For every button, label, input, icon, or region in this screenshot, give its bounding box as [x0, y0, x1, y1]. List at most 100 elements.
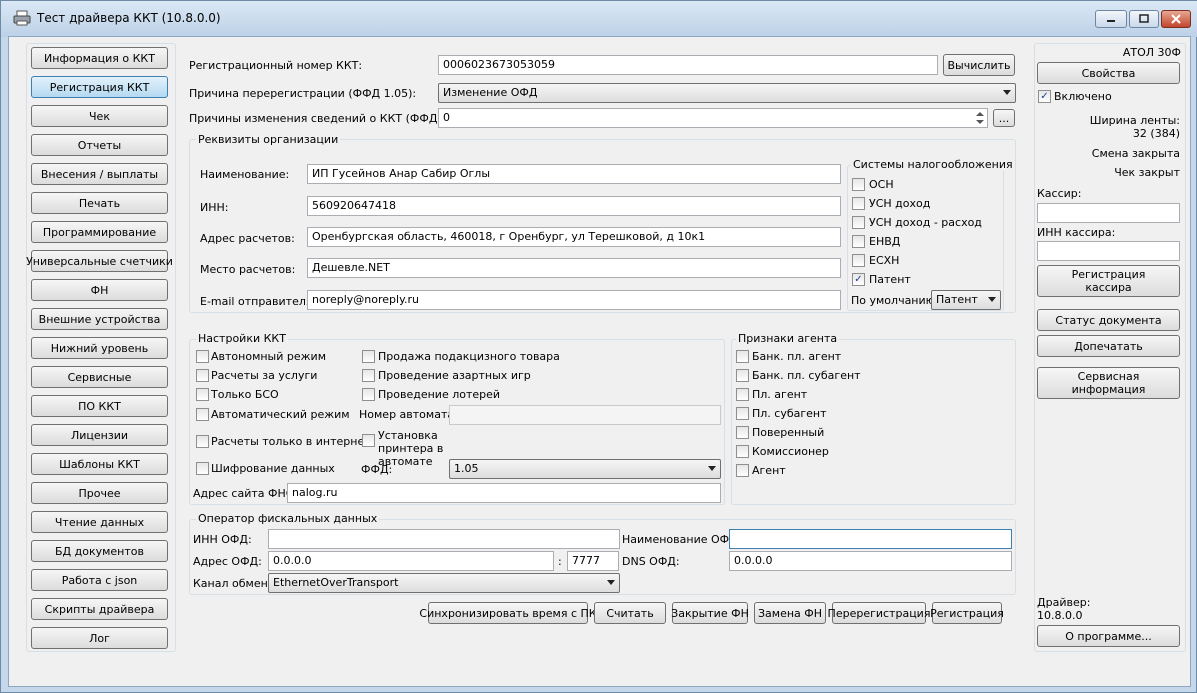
changes-spinner[interactable]: 0	[438, 108, 988, 128]
nav-button[interactable]: Нижний уровень	[31, 337, 168, 359]
nav-button[interactable]: Отчеты	[31, 134, 168, 156]
org-name-label: Наименование:	[200, 168, 290, 181]
tax-default-value: Патент	[936, 293, 978, 306]
agent-checkbox[interactable]	[736, 369, 749, 382]
action-button[interactable]: Перерегистрация	[828, 602, 930, 624]
gambling-checkbox[interactable]	[362, 369, 375, 382]
org-group-title: Реквизиты организации	[196, 133, 341, 146]
nav-button[interactable]: ПО ККТ	[31, 395, 168, 417]
nav-button[interactable]: Шаблоны ККТ	[31, 453, 168, 475]
tax-checkbox[interactable]	[852, 178, 865, 191]
tax-checkbox[interactable]	[852, 235, 865, 248]
ofd-dns-field[interactable]: 0.0.0.0	[729, 551, 1012, 571]
nav-button[interactable]: Внесения / выплаты	[31, 163, 168, 185]
encryption-checkbox[interactable]	[196, 462, 209, 475]
tax-checkbox[interactable]	[852, 197, 865, 210]
org-name-field[interactable]: ИП Гусейнов Анар Сабир Оглы	[307, 164, 841, 184]
ofd-name-field[interactable]	[729, 529, 1012, 549]
action-button[interactable]: Закрытие ФН	[671, 602, 749, 624]
agent-checkbox[interactable]	[736, 464, 749, 477]
regnum-field[interactable]: 0006023673053059	[438, 55, 938, 75]
cashier-inn-field[interactable]	[1037, 241, 1180, 261]
excise-label: Продажа подакцизного товара	[378, 350, 560, 363]
nav-button[interactable]: Печать	[31, 192, 168, 214]
ffd-select[interactable]: 1.05	[449, 459, 721, 479]
document-status-button[interactable]: Статус документа	[1037, 309, 1180, 331]
nav-button[interactable]: Лицензии	[31, 424, 168, 446]
services-checkbox[interactable]	[196, 369, 209, 382]
nav-button[interactable]: Прочее	[31, 482, 168, 504]
excise-checkbox[interactable]	[362, 350, 375, 363]
spinner-arrows[interactable]	[973, 109, 987, 127]
ffd-value: 1.05	[454, 462, 479, 475]
agent-checkbox[interactable]	[736, 426, 749, 439]
nav-button[interactable]: Информация о ККТ	[31, 47, 168, 69]
machine-number-field[interactable]	[449, 405, 721, 425]
nav-button[interactable]: Сервисные	[31, 366, 168, 388]
tax-checkbox[interactable]	[852, 254, 865, 267]
reprint-button[interactable]: Допечатать	[1037, 335, 1180, 357]
ofd-inn-field[interactable]	[268, 529, 620, 549]
lottery-checkbox[interactable]	[362, 388, 375, 401]
nav-button[interactable]: Внешние устройства	[31, 308, 168, 330]
ofd-channel-select[interactable]: EthernetOverTransport	[268, 573, 620, 593]
org-address-field[interactable]: Оренбургская область, 460018, г Оренбург…	[307, 227, 841, 247]
regnum-label: Регистрационный номер ККТ:	[189, 59, 363, 72]
bso-label: Только БСО	[211, 388, 279, 401]
tax-label: ЕНВД	[869, 235, 901, 248]
gambling-label: Проведение азартных игр	[378, 369, 531, 382]
nav-button[interactable]: Программирование	[31, 221, 168, 243]
tax-checkbox[interactable]: ✓	[852, 273, 865, 286]
cashier-field[interactable]	[1037, 203, 1180, 223]
bso-checkbox[interactable]	[196, 388, 209, 401]
enabled-checkbox[interactable]: ✓	[1038, 90, 1051, 103]
reason-select-value: Изменение ОФД	[443, 86, 538, 99]
org-email-field[interactable]: noreply@noreply.ru	[307, 290, 841, 310]
org-place-field[interactable]: Дешевле.NET	[307, 258, 841, 278]
autonomous-checkbox[interactable]	[196, 350, 209, 363]
properties-button[interactable]: Свойства	[1037, 62, 1180, 84]
minimize-button[interactable]	[1095, 10, 1127, 28]
register-cashier-button[interactable]: Регистрация кассира	[1037, 265, 1180, 297]
ofd-port-field[interactable]: 7777	[567, 551, 619, 571]
agent-checkbox[interactable]	[736, 388, 749, 401]
nav-button[interactable]: Чтение данных	[31, 511, 168, 533]
nav-button[interactable]: Регистрация ККТ	[31, 76, 168, 98]
internet-only-checkbox[interactable]	[196, 435, 209, 448]
about-button[interactable]: О программе...	[1037, 625, 1180, 647]
action-button[interactable]: Синхронизировать время с ПК	[419, 602, 597, 624]
nav-button[interactable]: Работа с json	[31, 569, 168, 591]
maximize-button[interactable]	[1129, 10, 1159, 28]
title-bar[interactable]: Тест драйвера ККТ (10.8.0.0)	[1, 1, 1197, 37]
nav-button[interactable]: Универсальные счетчики	[26, 250, 173, 272]
ofd-channel-value: EthernetOverTransport	[273, 576, 399, 589]
changes-value: 0	[443, 111, 450, 124]
org-inn-field[interactable]: 560920647418	[307, 196, 841, 216]
chevron-down-icon	[988, 297, 996, 302]
agent-checkbox[interactable]	[736, 445, 749, 458]
ofd-address-field[interactable]: 0.0.0.0	[268, 551, 554, 571]
agent-checkbox[interactable]	[736, 350, 749, 363]
nav-button[interactable]: ФН	[31, 279, 168, 301]
nav-button[interactable]: Чек	[31, 105, 168, 127]
auto-mode-checkbox[interactable]	[196, 408, 209, 421]
fns-site-field[interactable]: nalog.ru	[287, 483, 721, 503]
nav-button[interactable]: Скрипты драйвера	[31, 598, 168, 620]
action-button[interactable]: Замена ФН	[754, 602, 826, 624]
calculate-button[interactable]: Вычислить	[943, 54, 1015, 76]
action-button[interactable]: Регистрация	[930, 602, 1004, 624]
nav-button[interactable]: БД документов	[31, 540, 168, 562]
action-button[interactable]: Считать	[594, 602, 666, 624]
nav-button[interactable]: Лог	[31, 627, 168, 649]
org-inn-label: ИНН:	[200, 201, 229, 214]
close-button[interactable]	[1161, 10, 1191, 28]
agent-checkbox[interactable]	[736, 407, 749, 420]
printer-in-machine-checkbox[interactable]	[362, 434, 375, 447]
client-area: Информация о ККТ Регистрация ККТ Чек Отчеты…	[8, 36, 1191, 687]
service-info-button[interactable]: Сервисная информация	[1037, 367, 1180, 399]
org-address-label: Адрес расчетов:	[200, 232, 295, 245]
tax-default-select[interactable]: Патент	[931, 290, 1001, 310]
reason-select[interactable]: Изменение ОФД	[438, 83, 1016, 103]
more-button[interactable]: ...	[993, 109, 1015, 127]
tax-checkbox[interactable]	[852, 216, 865, 229]
